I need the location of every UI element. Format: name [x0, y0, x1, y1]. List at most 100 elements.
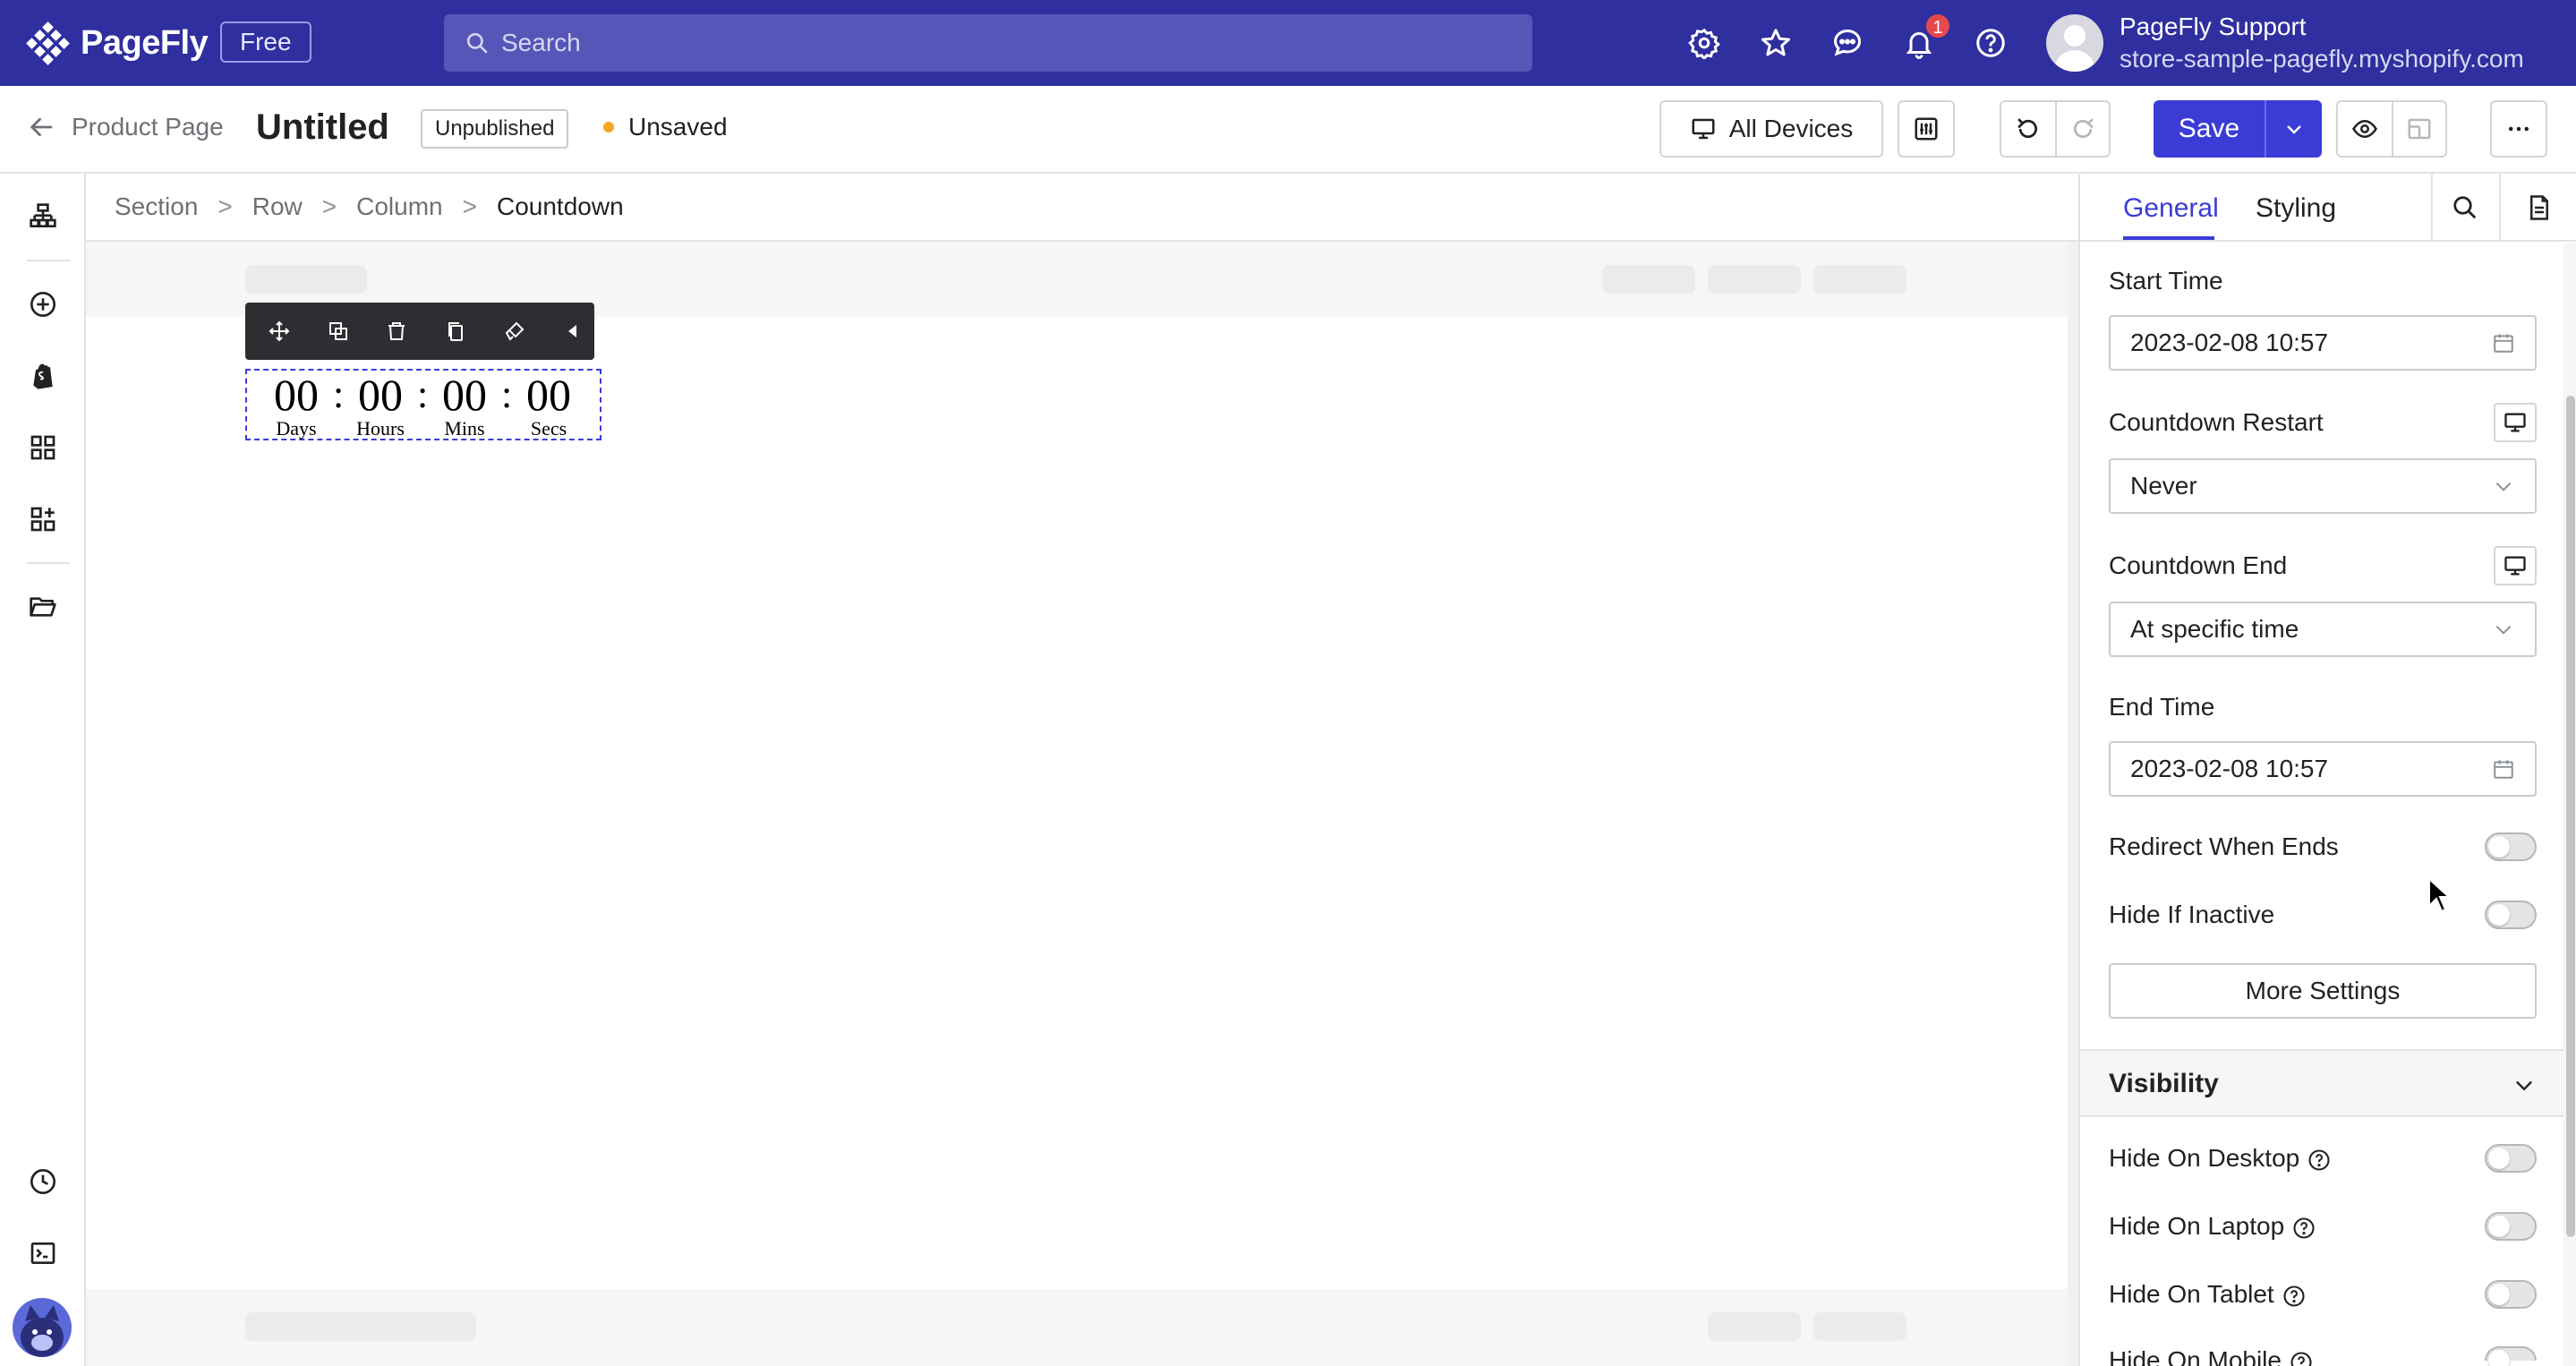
document-icon	[2530, 195, 2548, 220]
help-circle-icon[interactable]	[2289, 1350, 2314, 1366]
sections-library-button[interactable]	[25, 430, 61, 465]
save-button[interactable]: Save	[2154, 100, 2266, 158]
countdown-restart-select[interactable]: Never	[2109, 458, 2537, 514]
shopify-elements-button[interactable]	[25, 358, 61, 394]
start-time-value: 2023-02-08 10:57	[2130, 329, 2329, 356]
save-options-dropdown[interactable]	[2266, 100, 2322, 158]
help-circle-icon[interactable]	[2291, 1216, 2316, 1241]
more-actions-button[interactable]	[2490, 100, 2547, 158]
search-icon	[2453, 196, 2477, 219]
preview-button[interactable]	[2336, 100, 2393, 158]
sliders-icon	[1915, 117, 1938, 141]
inspector-scrollbar-thumb[interactable]	[2566, 396, 2575, 1237]
inspector-scrollbar[interactable]	[2563, 243, 2576, 1366]
pagefly-logo-icon	[26, 21, 70, 65]
chevron-down-icon	[2495, 482, 2512, 491]
page-manager-button[interactable]	[25, 589, 61, 625]
undo-button[interactable]	[2000, 100, 2057, 158]
chevron-down-icon	[2495, 626, 2512, 635]
hide-on-tablet-label: Hide On Tablet	[2109, 1280, 2307, 1309]
hide-on-mobile-toggle[interactable]	[2485, 1346, 2537, 1366]
apps-button[interactable]	[25, 501, 61, 537]
footer-skeleton	[1708, 1312, 1801, 1341]
end-time-picker[interactable]: 2023-02-08 10:57	[2109, 741, 2537, 797]
hide-on-laptop-toggle[interactable]	[2485, 1212, 2537, 1241]
left-tool-rail	[0, 174, 86, 1366]
layout-toggle-button[interactable]	[2392, 100, 2447, 158]
breadcrumb-row[interactable]: Row	[252, 192, 303, 221]
collapse-toolbar-button[interactable]	[551, 310, 594, 353]
add-element-button[interactable]	[25, 286, 61, 322]
element-docs-button[interactable]	[2499, 174, 2576, 242]
move-icon	[269, 320, 290, 342]
hide-if-inactive-toggle[interactable]	[2485, 901, 2537, 929]
page-outline-button[interactable]	[25, 199, 61, 235]
device-selector-button[interactable]: All Devices	[1659, 100, 1883, 158]
redirect-when-ends-toggle[interactable]	[2485, 832, 2537, 861]
user-avatar[interactable]	[2046, 14, 2103, 72]
delete-element-button[interactable]	[375, 310, 418, 353]
plus-circle-icon	[30, 292, 55, 317]
countdown-element[interactable]: 00 : 00 : 00 : 00 Days Hours Mins Secs	[245, 369, 601, 440]
restart-device-toggle[interactable]	[2494, 403, 2537, 442]
question-circle-icon	[1976, 29, 2005, 57]
countdown-separator: :	[417, 372, 429, 416]
search-bar[interactable]	[444, 14, 1532, 72]
settings-gear-button[interactable]	[1686, 25, 1722, 61]
chat-bubble-icon	[1833, 29, 1862, 56]
countdown-separator: :	[333, 372, 345, 416]
inspector-search-button[interactable]	[2431, 174, 2497, 242]
hide-on-tablet-toggle[interactable]	[2485, 1280, 2537, 1309]
eye-icon	[2352, 119, 2377, 139]
copy-style-button[interactable]	[493, 310, 536, 353]
copy-element-button[interactable]	[434, 310, 477, 353]
hide-on-desktop-toggle[interactable]	[2485, 1144, 2537, 1173]
move-element-button[interactable]	[258, 310, 301, 353]
countdown-days-value: 00	[274, 370, 319, 420]
header-skeleton-logo	[245, 265, 367, 294]
end-device-toggle[interactable]	[2494, 546, 2537, 585]
canvas-scrollbar[interactable]	[2068, 242, 2078, 1366]
breadcrumb-countdown[interactable]: Countdown	[497, 192, 624, 221]
inspector-panel: General Styling Start Time 2023-02-08 10…	[2078, 174, 2576, 1366]
start-time-picker[interactable]: 2023-02-08 10:57	[2109, 315, 2537, 371]
device-selector-label: All Devices	[1728, 115, 1854, 142]
duplicate-element-button[interactable]	[317, 310, 360, 353]
back-link-label: Product Page	[72, 113, 224, 141]
favorites-button[interactable]	[1758, 25, 1794, 61]
redo-button[interactable]	[2055, 100, 2111, 158]
support-bot-avatar[interactable]	[13, 1298, 72, 1357]
page-surface[interactable]	[86, 317, 2068, 1289]
search-input[interactable]	[501, 29, 1486, 57]
notifications-button[interactable]: 1	[1901, 13, 1951, 61]
page-title[interactable]: Untitled	[256, 107, 389, 148]
shopify-bag-icon	[33, 363, 53, 389]
help-circle-icon[interactable]	[2282, 1284, 2307, 1309]
visibility-section-header[interactable]: Visibility	[2080, 1049, 2563, 1117]
back-to-product-page-link[interactable]: Product Page	[29, 113, 224, 141]
calendar-icon	[2494, 760, 2513, 779]
pagefly-logo[interactable]: PageFly	[26, 21, 209, 65]
tab-styling[interactable]: Styling	[2256, 193, 2336, 224]
custom-code-button[interactable]	[25, 1235, 61, 1271]
user-name[interactable]: PageFly Support	[2120, 13, 2307, 41]
plan-badge[interactable]: Free	[220, 21, 311, 63]
start-time-label: Start Time	[2109, 267, 2223, 295]
more-settings-button[interactable]: More Settings	[2109, 963, 2537, 1019]
breadcrumb-column[interactable]: Column	[356, 192, 442, 221]
publish-status-badge: Unpublished	[421, 109, 569, 149]
star-icon	[1761, 29, 1791, 56]
countdown-end-select[interactable]: At specific time	[2109, 602, 2537, 657]
breadcrumb-section[interactable]: Section	[115, 192, 198, 221]
hide-on-mobile-label: Hide On Mobile	[2109, 1346, 2314, 1366]
chat-button[interactable]	[1830, 25, 1865, 61]
unsaved-dot-icon	[603, 122, 614, 132]
help-circle-icon[interactable]	[2307, 1148, 2332, 1173]
save-status: Unsaved	[603, 113, 728, 141]
history-button[interactable]	[25, 1164, 61, 1200]
help-button[interactable]	[1973, 25, 2009, 61]
tab-general[interactable]: General	[2123, 193, 2219, 224]
hide-on-tablet-text: Hide On Tablet	[2109, 1280, 2274, 1308]
countdown-secs-value: 00	[526, 370, 571, 420]
page-settings-button[interactable]	[1898, 100, 1955, 158]
